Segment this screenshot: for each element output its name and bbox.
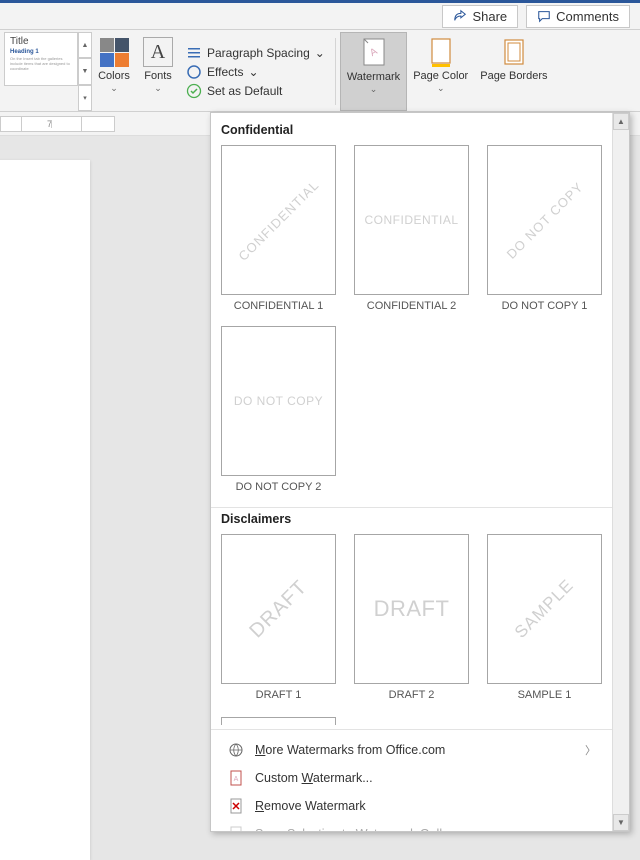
save-gallery-icon — [227, 825, 245, 831]
scroll-down-arrow[interactable]: ▼ — [613, 814, 629, 831]
custom-watermark-label: Custom Watermark... — [255, 771, 373, 785]
ribbon: Title Heading 1 On the Insert tab the ga… — [0, 30, 640, 112]
watermark-gallery: Confidential CONFIDENTIAL CONFIDENTIAL 1… — [210, 112, 630, 832]
effects-icon — [186, 64, 202, 80]
checkmark-icon — [186, 83, 202, 99]
share-icon — [453, 9, 467, 23]
watermark-tile-sample-1[interactable]: SAMPLE SAMPLE 1 — [487, 534, 602, 701]
paragraph-spacing-label: Paragraph Spacing — [207, 46, 310, 60]
comments-button[interactable]: Comments — [526, 5, 630, 28]
tile-label: CONFIDENTIAL 2 — [354, 295, 469, 312]
fonts-label: Fonts — [144, 70, 172, 83]
more-watermarks-label: More Watermarks from Office.com — [255, 743, 445, 757]
theme-down-arrow[interactable]: ▼ — [78, 58, 92, 84]
watermark-tile-donotcopy-1[interactable]: DO NOT COPY DO NOT COPY 1 — [487, 145, 602, 312]
watermark-tile-draft-1[interactable]: DRAFT DRAFT 1 — [221, 534, 336, 701]
page-icon: A — [227, 769, 245, 787]
page-color-label: Page Color — [413, 70, 468, 83]
comments-icon — [537, 9, 551, 23]
document-page[interactable] — [0, 160, 90, 860]
watermark-tile-confidential-1[interactable]: CONFIDENTIAL CONFIDENTIAL 1 — [221, 145, 336, 312]
chevron-down-icon: ⌄ — [437, 83, 445, 94]
tile-label: DO NOT COPY 2 — [221, 476, 336, 493]
watermark-tile-donotcopy-2[interactable]: DO NOT COPY DO NOT COPY 2 — [221, 326, 336, 493]
theme-title-text: Title — [10, 36, 72, 47]
separator — [335, 38, 336, 105]
remove-icon — [227, 797, 245, 815]
chevron-down-icon: ⌄ — [370, 84, 378, 95]
paragraph-spacing-button[interactable]: Paragraph Spacing ⌄ — [186, 45, 325, 61]
page-color-icon — [425, 36, 457, 68]
colors-button[interactable]: Colors ⌄ — [92, 32, 136, 111]
theme-more-arrow[interactable]: ▾ — [78, 85, 92, 111]
fonts-button[interactable]: A Fonts ⌄ — [136, 32, 180, 111]
share-label: Share — [472, 9, 507, 24]
title-bar: Share Comments — [0, 0, 640, 30]
remove-watermark-item[interactable]: Remove Watermark — [221, 792, 602, 820]
page-borders-button[interactable]: Page Borders — [474, 32, 553, 111]
partial-tile[interactable] — [221, 717, 336, 725]
comments-label: Comments — [556, 9, 619, 24]
remove-watermark-label: Remove Watermark — [255, 799, 366, 813]
watermark-tile-draft-2[interactable]: DRAFT DRAFT 2 — [354, 534, 469, 701]
theme-gallery-arrows: ▲ ▼ ▾ — [78, 32, 92, 111]
save-selection-item: Save Selection to Watermark Gallery... — [221, 820, 602, 831]
svg-text:A: A — [234, 776, 239, 783]
watermark-tile-confidential-2[interactable]: CONFIDENTIAL CONFIDENTIAL 2 — [354, 145, 469, 312]
scroll-up-arrow[interactable]: ▲ — [613, 113, 629, 130]
tile-label: DO NOT COPY 1 — [487, 295, 602, 312]
paragraph-spacing-icon — [186, 45, 202, 61]
section-header-disclaimers: Disclaimers — [221, 508, 602, 534]
tile-label: CONFIDENTIAL 1 — [221, 295, 336, 312]
tile-label: SAMPLE 1 — [487, 684, 602, 701]
tile-label: DRAFT 2 — [354, 684, 469, 701]
set-default-button[interactable]: Set as Default — [186, 83, 325, 99]
chevron-down-icon: ⌄ — [110, 83, 118, 94]
globe-icon — [227, 741, 245, 759]
tile-label: DRAFT 1 — [221, 684, 336, 701]
more-watermarks-item[interactable]: More Watermarks from Office.com 〉 — [221, 736, 602, 764]
chevron-down-icon: ⌄ — [315, 46, 325, 60]
colors-icon — [100, 38, 129, 67]
theme-up-arrow[interactable]: ▲ — [78, 32, 92, 58]
watermark-label: Watermark — [347, 71, 400, 84]
page-color-button[interactable]: Page Color ⌄ — [407, 32, 474, 111]
fonts-icon: A — [143, 37, 173, 67]
effects-label: Effects — [207, 65, 243, 79]
save-selection-label: Save Selection to Watermark Gallery... — [255, 827, 469, 831]
share-button[interactable]: Share — [442, 5, 518, 28]
section-header-confidential: Confidential — [221, 119, 602, 145]
custom-watermark-item[interactable]: A Custom Watermark... — [221, 764, 602, 792]
effects-button[interactable]: Effects ⌄ — [186, 64, 325, 80]
theme-gallery-preview[interactable]: Title Heading 1 On the Insert tab the ga… — [4, 32, 78, 86]
colors-label: Colors — [98, 70, 130, 83]
page-borders-label: Page Borders — [480, 70, 547, 83]
set-default-label: Set as Default — [207, 84, 282, 98]
chevron-down-icon: ⌄ — [154, 83, 162, 94]
chevron-right-icon: 〉 — [585, 742, 596, 758]
formatting-stack: Paragraph Spacing ⌄ Effects ⌄ Set as Def… — [180, 32, 331, 111]
chevron-down-icon: ⌄ — [248, 65, 258, 79]
watermark-icon: A — [358, 37, 390, 69]
horizontal-ruler[interactable]: 7 — [0, 116, 115, 132]
theme-heading-text: Heading 1 — [10, 49, 72, 55]
gallery-scrollbar[interactable]: ▲ ▼ — [612, 113, 629, 831]
watermark-button[interactable]: A Watermark ⌄ — [340, 32, 407, 111]
page-borders-icon — [498, 36, 530, 68]
